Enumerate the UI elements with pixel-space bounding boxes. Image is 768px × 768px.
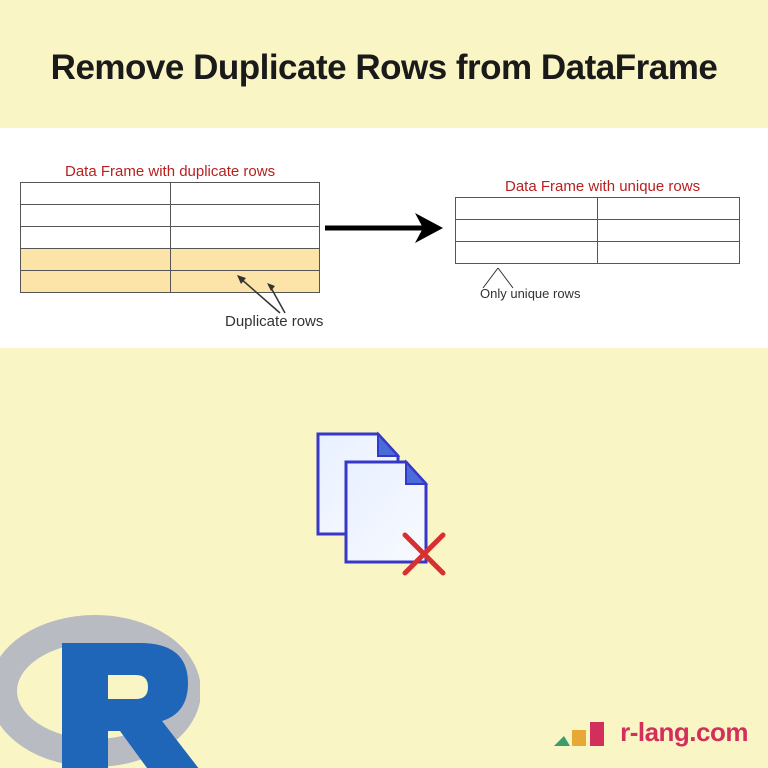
unique-rows-annotation: Only unique rows	[480, 286, 580, 301]
site-brand: r-lang.com	[552, 716, 748, 748]
table-row-duplicate	[21, 271, 320, 293]
table-row-duplicate	[21, 249, 320, 271]
table-row	[456, 242, 740, 264]
table-row	[456, 220, 740, 242]
duplicate-files-delete-icon	[310, 430, 460, 590]
brand-bars-icon	[552, 716, 612, 748]
diagram-panel: Data Frame with duplicate rows Data Fram…	[0, 128, 768, 348]
arrow-right-icon	[325, 203, 445, 253]
table-row	[21, 205, 320, 227]
left-table-group: Data Frame with duplicate rows	[20, 163, 320, 293]
site-brand-text: r-lang.com	[620, 717, 748, 748]
left-table-caption: Data Frame with duplicate rows	[65, 163, 320, 180]
left-table	[20, 182, 320, 293]
right-table-caption: Data Frame with unique rows	[505, 178, 740, 195]
table-row	[21, 183, 320, 205]
right-table	[455, 197, 740, 264]
right-table-group: Data Frame with unique rows	[455, 178, 740, 264]
page-title: Remove Duplicate Rows from DataFrame	[0, 0, 768, 118]
table-row	[21, 227, 320, 249]
table-row	[456, 198, 740, 220]
r-language-logo	[0, 613, 200, 768]
duplicate-rows-annotation: Duplicate rows	[225, 313, 323, 330]
